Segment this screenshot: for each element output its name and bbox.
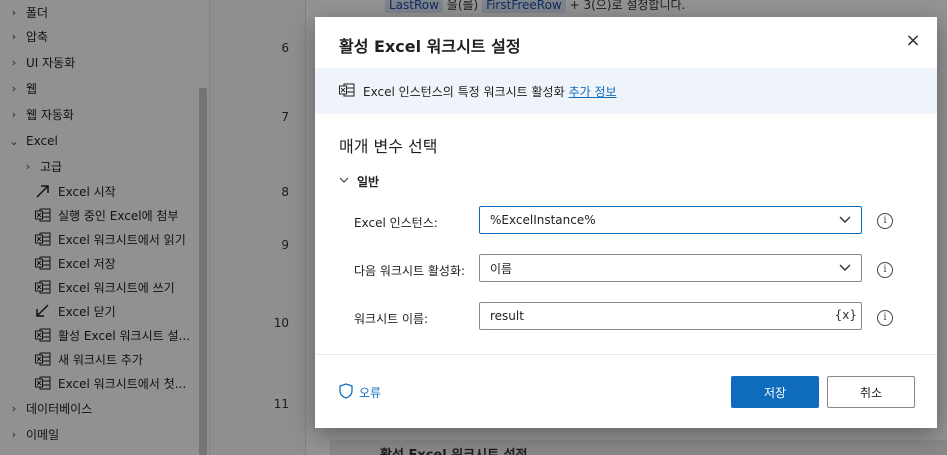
- worksheet-name-input[interactable]: result {x}: [479, 302, 862, 330]
- variable-picker-button[interactable]: {x}: [835, 308, 857, 322]
- chevron-down-icon: [839, 261, 851, 273]
- section-title: 매개 변수 선택: [339, 137, 438, 156]
- excel-instance-label: Excel 인스턴스:: [354, 216, 438, 230]
- info-icon[interactable]: i: [877, 213, 893, 229]
- chevron-down-icon: [839, 213, 851, 225]
- error-label: 오류: [359, 386, 382, 400]
- info-text: Excel 인스턴스의 특정 워크시트 활성화: [363, 84, 565, 99]
- more-info-link[interactable]: 추가 정보: [569, 83, 617, 100]
- chevron-down-icon: [339, 176, 349, 187]
- worksheet-name-label: 워크시트 이름:: [354, 312, 429, 326]
- excel-icon: [339, 83, 355, 100]
- dialog-title: 활성 Excel 워크시트 설정: [339, 37, 521, 56]
- cancel-button[interactable]: 취소: [827, 376, 915, 408]
- error-handling-button[interactable]: 오류: [339, 383, 381, 402]
- info-icon[interactable]: i: [877, 310, 893, 326]
- excel-instance-value: %ExcelInstance%: [490, 213, 596, 227]
- worksheet-name-value: result: [490, 309, 524, 323]
- activate-worksheet-with-label: 다음 워크시트 활성화:: [354, 264, 466, 278]
- set-active-worksheet-dialog: 활성 Excel 워크시트 설정 × Excel 인스턴스의 특정 워크시트 활…: [315, 17, 937, 428]
- info-icon[interactable]: i: [877, 262, 893, 278]
- close-icon[interactable]: ×: [903, 31, 923, 51]
- save-button[interactable]: 저장: [731, 376, 819, 408]
- footer-divider: [315, 354, 937, 355]
- activate-worksheet-with-value: 이름: [490, 261, 513, 276]
- info-bar: Excel 인스턴스의 특정 워크시트 활성화 추가 정보: [315, 68, 937, 114]
- excel-instance-dropdown[interactable]: %ExcelInstance%: [479, 206, 862, 234]
- activate-worksheet-with-dropdown[interactable]: 이름: [479, 254, 862, 282]
- group-label: 일반: [357, 175, 380, 189]
- shield-icon: [339, 383, 353, 402]
- general-group-toggle[interactable]: 일반: [339, 173, 379, 190]
